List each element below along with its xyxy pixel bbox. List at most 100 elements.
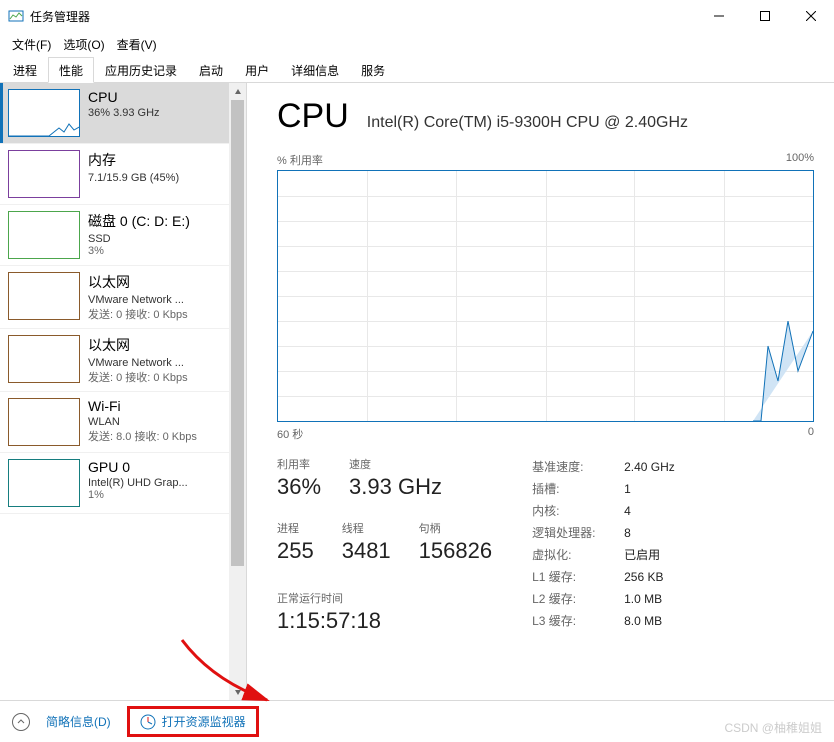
footer-bar: 简略信息(D) 打开资源监视器 xyxy=(0,700,834,742)
uptime-value: 1:15:57:18 xyxy=(277,608,492,634)
chart-xlabel-right: 0 xyxy=(808,426,814,442)
lp-val: 8 xyxy=(624,522,631,544)
performance-sidebar: CPU 36% 3.93 GHz 内存 7.1/15.9 GB (45%) 磁盘… xyxy=(0,83,247,700)
open-resmon-link[interactable]: 打开资源监视器 xyxy=(162,713,246,730)
sockets-val: 1 xyxy=(624,478,631,500)
threads-label: 线程 xyxy=(342,520,391,536)
close-button[interactable] xyxy=(788,0,834,32)
resmon-icon xyxy=(140,714,156,730)
chart-line xyxy=(753,321,813,421)
memory-thumbnail xyxy=(8,150,80,198)
sidebar-net2-sub2: 发送: 0 接收: 0 Kbps xyxy=(88,369,221,385)
net-thumbnail xyxy=(8,272,80,320)
main-panel: CPU Intel(R) Core(TM) i5-9300H CPU @ 2.4… xyxy=(247,83,834,700)
threads-value: 3481 xyxy=(342,538,391,564)
cpu-chart[interactable] xyxy=(277,170,814,422)
tab-performance[interactable]: 性能 xyxy=(48,57,94,83)
maximize-button[interactable] xyxy=(742,0,788,32)
sidebar-scrollbar[interactable] xyxy=(229,83,246,700)
sidebar-disk-title: 磁盘 0 (C: D: E:) xyxy=(88,211,221,231)
sidebar-mem-sub: 7.1/15.9 GB (45%) xyxy=(88,172,221,184)
proc-label: 进程 xyxy=(277,520,314,536)
menu-file[interactable]: 文件(F) xyxy=(6,34,57,55)
l1-val: 256 KB xyxy=(624,566,663,588)
sidebar-net1-sub2: 发送: 0 接收: 0 Kbps xyxy=(88,306,221,322)
cpu-header: CPU Intel(R) Core(TM) i5-9300H CPU @ 2.4… xyxy=(277,97,814,136)
l2-val: 1.0 MB xyxy=(624,588,662,610)
cpu-model: Intel(R) Core(TM) i5-9300H CPU @ 2.40GHz xyxy=(367,114,688,132)
sidebar-list: CPU 36% 3.93 GHz 内存 7.1/15.9 GB (45%) 磁盘… xyxy=(0,83,229,700)
speed-value: 3.93 GHz xyxy=(349,474,442,500)
sidebar-wifi-title: Wi-Fi xyxy=(88,398,221,414)
menu-bar: 文件(F) 选项(O) 查看(V) xyxy=(0,32,834,56)
tab-app-history[interactable]: 应用历史记录 xyxy=(94,57,188,83)
sidebar-item-wifi[interactable]: Wi-Fi WLAN 发送: 8.0 接收: 0 Kbps xyxy=(0,392,229,453)
sidebar-item-ethernet-2[interactable]: 以太网 VMware Network ... 发送: 0 接收: 0 Kbps xyxy=(0,329,229,392)
sidebar-cpu-sub: 36% 3.93 GHz xyxy=(88,107,221,119)
window-title: 任务管理器 xyxy=(30,8,696,25)
tab-startup[interactable]: 启动 xyxy=(188,57,234,83)
tab-services[interactable]: 服务 xyxy=(350,57,396,83)
sidebar-cpu-title: CPU xyxy=(88,89,221,105)
base-speed-val: 2.40 GHz xyxy=(624,456,675,478)
open-resmon-highlight: 打开资源监视器 xyxy=(127,706,259,737)
sidebar-item-disk[interactable]: 磁盘 0 (C: D: E:) SSD 3% xyxy=(0,205,229,266)
tab-users[interactable]: 用户 xyxy=(234,57,280,83)
handles-value: 156826 xyxy=(419,538,492,564)
stats-area: 利用率36% 速度3.93 GHz 进程255 线程3481 句柄156826 … xyxy=(277,456,814,634)
uptime-label: 正常运行时间 xyxy=(277,590,492,606)
sidebar-wifi-sub: WLAN xyxy=(88,416,221,428)
cpu-heading: CPU xyxy=(277,97,349,136)
l3-val: 8.0 MB xyxy=(624,610,662,632)
sidebar-item-cpu[interactable]: CPU 36% 3.93 GHz xyxy=(0,83,229,144)
scroll-up-button[interactable] xyxy=(229,83,246,100)
collapse-button[interactable] xyxy=(12,713,30,731)
disk-thumbnail xyxy=(8,211,80,259)
chart-xlabel-left: 60 秒 xyxy=(277,426,303,442)
l3-key: L3 缓存: xyxy=(532,610,624,632)
wifi-thumbnail xyxy=(8,398,80,446)
cores-val: 4 xyxy=(624,500,631,522)
sidebar-gpu-sub2: 1% xyxy=(88,489,221,501)
l2-key: L2 缓存: xyxy=(532,588,624,610)
tab-details[interactable]: 详细信息 xyxy=(280,57,350,83)
menu-options[interactable]: 选项(O) xyxy=(57,34,110,55)
menu-view[interactable]: 查看(V) xyxy=(111,34,163,55)
content-area: CPU 36% 3.93 GHz 内存 7.1/15.9 GB (45%) 磁盘… xyxy=(0,83,834,700)
brief-info-link[interactable]: 简略信息(D) xyxy=(46,713,111,730)
base-speed-key: 基准速度: xyxy=(532,456,624,478)
sidebar-wifi-sub2: 发送: 8.0 接收: 0 Kbps xyxy=(88,428,221,444)
speed-label: 速度 xyxy=(349,456,442,472)
virt-val: 已启用 xyxy=(624,544,660,566)
window-controls xyxy=(696,0,834,32)
virt-key: 虚拟化: xyxy=(532,544,624,566)
sidebar-disk-sub2: 3% xyxy=(88,245,221,257)
scroll-track[interactable] xyxy=(229,100,246,683)
sidebar-item-gpu[interactable]: GPU 0 Intel(R) UHD Grap... 1% xyxy=(0,453,229,514)
chart-ymax: 100% xyxy=(786,152,814,168)
sidebar-disk-sub: SSD xyxy=(88,233,221,245)
cpu-thumbnail xyxy=(8,89,80,137)
cpu-info-table: 基准速度:2.40 GHz 插槽:1 内核:4 逻辑处理器:8 虚拟化:已启用 … xyxy=(532,456,814,634)
proc-value: 255 xyxy=(277,538,314,564)
sockets-key: 插槽: xyxy=(532,478,624,500)
gpu-thumbnail xyxy=(8,459,80,507)
sidebar-item-memory[interactable]: 内存 7.1/15.9 GB (45%) xyxy=(0,144,229,205)
app-icon xyxy=(8,8,24,24)
cores-key: 内核: xyxy=(532,500,624,522)
scroll-down-button[interactable] xyxy=(229,683,246,700)
sidebar-net1-sub: VMware Network ... xyxy=(88,294,221,306)
sidebar-mem-title: 内存 xyxy=(88,150,221,170)
sidebar-gpu-title: GPU 0 xyxy=(88,459,221,475)
lp-key: 逻辑处理器: xyxy=(532,522,624,544)
l1-key: L1 缓存: xyxy=(532,566,624,588)
scroll-thumb[interactable] xyxy=(231,100,244,566)
tab-bar: 进程 性能 应用历史记录 启动 用户 详细信息 服务 xyxy=(0,56,834,83)
sidebar-net2-sub: VMware Network ... xyxy=(88,357,221,369)
chart-ylabel: % 利用率 xyxy=(277,152,323,168)
tab-processes[interactable]: 进程 xyxy=(2,57,48,83)
sidebar-net1-title: 以太网 xyxy=(88,272,221,292)
sidebar-net2-title: 以太网 xyxy=(88,335,221,355)
sidebar-item-ethernet-1[interactable]: 以太网 VMware Network ... 发送: 0 接收: 0 Kbps xyxy=(0,266,229,329)
minimize-button[interactable] xyxy=(696,0,742,32)
